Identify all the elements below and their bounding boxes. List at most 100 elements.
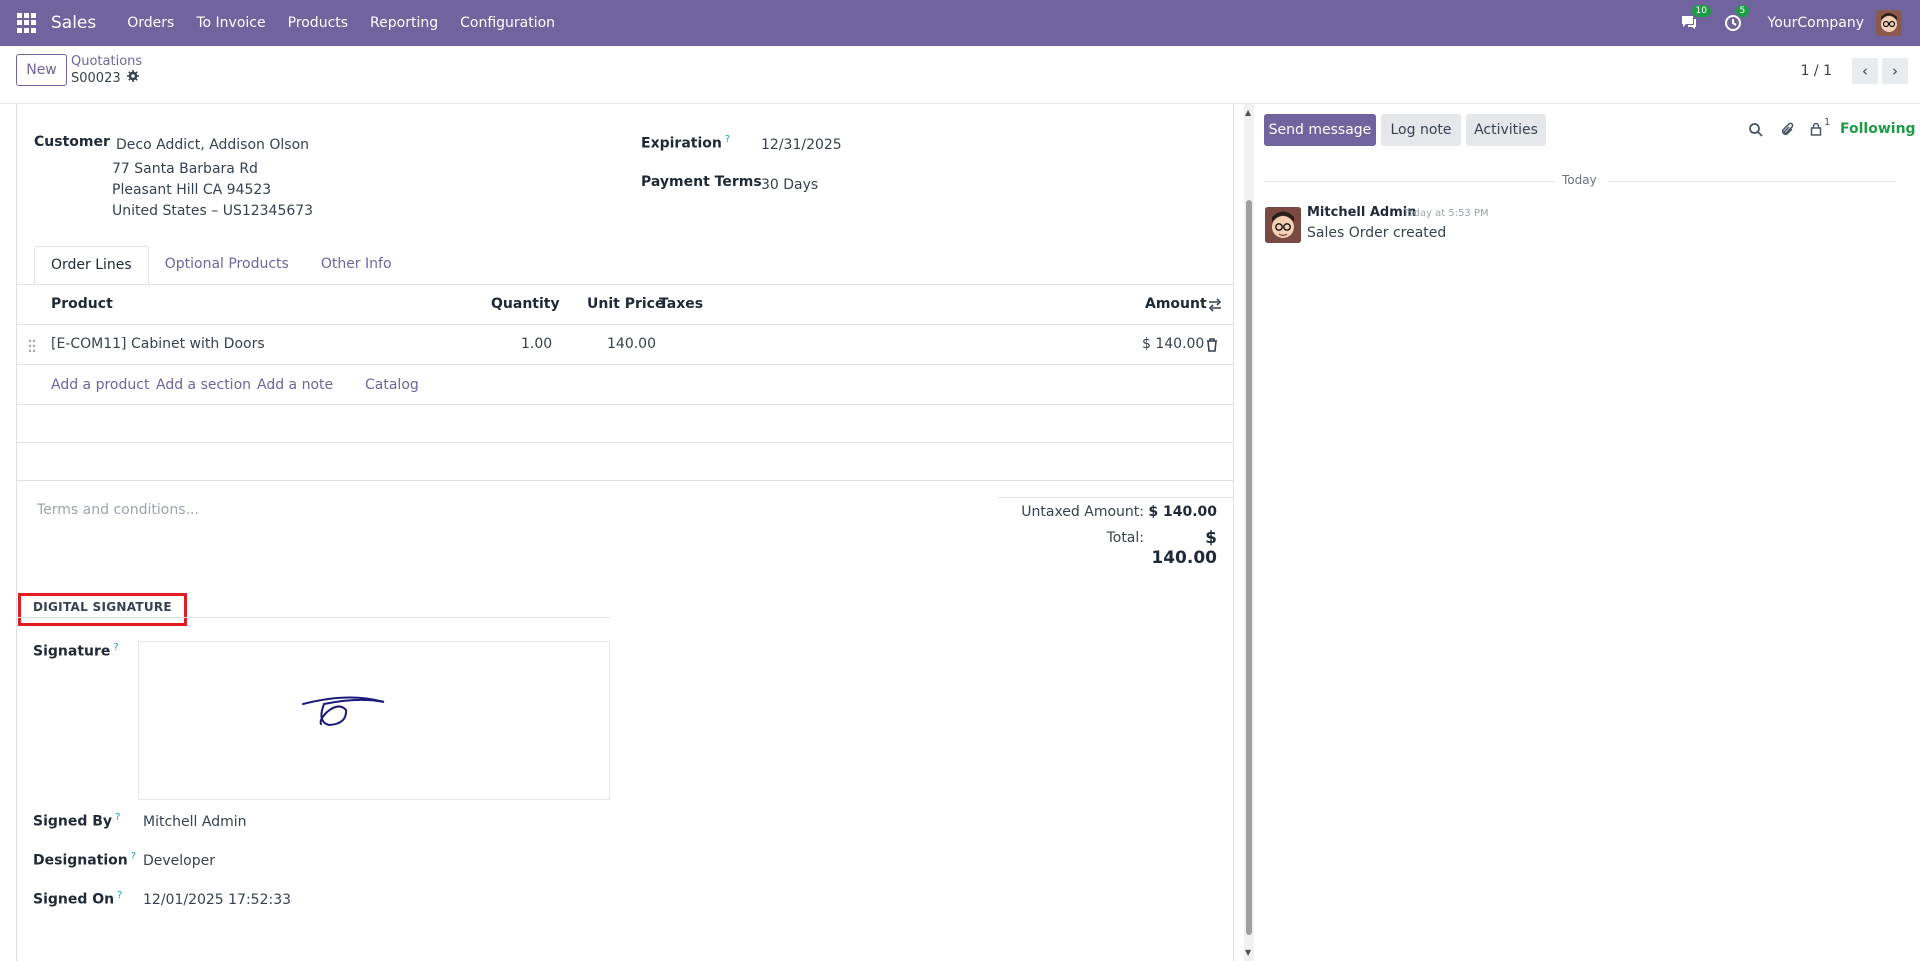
optional-columns-icon[interactable]	[1208, 297, 1222, 316]
activities-clock-icon[interactable]: 5	[1724, 5, 1750, 32]
gear-icon[interactable]	[126, 70, 139, 86]
signed-by-value[interactable]: Mitchell Admin	[143, 814, 247, 830]
pager-value[interactable]: 1 / 1	[1801, 63, 1832, 79]
signature-drawing	[302, 696, 385, 727]
expiration-label: Expiration?	[641, 134, 731, 152]
day-separator-line	[1264, 181, 1554, 182]
catalog-link[interactable]: Catalog	[365, 377, 419, 393]
user-avatar[interactable]	[1876, 10, 1902, 36]
tab-other-info[interactable]: Other Info	[305, 246, 408, 284]
followers-count: 1	[1824, 117, 1831, 128]
scroll-down-icon[interactable]: ▼	[1245, 948, 1251, 957]
total-value: $ 140.00	[1151, 528, 1217, 568]
pager-next-icon[interactable]: ›	[1882, 58, 1908, 84]
chatter-panel: Send message Log note Activities 1 Follo…	[1256, 104, 1920, 961]
top-menu: Orders To Invoice Products Reporting Con…	[116, 15, 566, 31]
line-unit-price[interactable]: 140.00	[607, 336, 656, 352]
line-quantity[interactable]: 1.00	[521, 336, 552, 352]
day-separator-line	[1608, 181, 1896, 182]
terms-and-conditions-field[interactable]: Terms and conditions...	[37, 502, 199, 518]
scroll-up-icon[interactable]: ▲	[1245, 108, 1251, 117]
log-note-button[interactable]: Log note	[1381, 114, 1461, 146]
empty-row	[17, 405, 1233, 443]
add-product-link[interactable]: Add a product	[51, 377, 149, 393]
total-label: Total:	[1106, 530, 1144, 546]
app-name[interactable]: Sales	[51, 13, 96, 33]
add-line-row: Add a product Add a section Add a note C…	[17, 365, 1233, 405]
form-sheet: Customer Deco Addict, Addison Olson 77 S…	[16, 104, 1234, 961]
column-amount[interactable]: Amount	[1145, 296, 1207, 312]
expiration-field[interactable]: 12/31/2025	[761, 137, 842, 153]
message-avatar[interactable]	[1265, 207, 1301, 243]
help-icon[interactable]: ?	[725, 134, 730, 145]
breadcrumb-quotations[interactable]: Quotations	[71, 54, 142, 69]
message-body: Sales Order created	[1307, 225, 1447, 241]
top-navbar: Sales Orders To Invoice Products Reporti…	[0, 0, 1920, 46]
new-button[interactable]: New	[16, 54, 67, 86]
signature-field[interactable]	[138, 641, 610, 800]
messages-icon[interactable]: 10	[1680, 5, 1711, 32]
apps-menu-icon[interactable]	[17, 13, 37, 33]
menu-configuration[interactable]: Configuration	[449, 15, 566, 31]
table-header: Product Quantity Unit Price Taxes Amount	[17, 285, 1233, 325]
paperclip-icon[interactable]	[1780, 122, 1796, 138]
designation-value[interactable]: Developer	[143, 853, 215, 869]
digital-signature-heading: DIGITAL SIGNATURE	[33, 600, 172, 614]
designation-label: Designation?	[33, 851, 137, 869]
untaxed-amount-value: $ 140.00	[1148, 504, 1217, 520]
tab-optional-products[interactable]: Optional Products	[149, 246, 305, 284]
messages-badge: 10	[1691, 5, 1711, 17]
customer-address-line3: United States – US12345673	[112, 203, 314, 219]
totals-divider	[998, 497, 1233, 498]
menu-to-invoice[interactable]: To Invoice	[185, 15, 276, 31]
help-icon[interactable]: ?	[131, 851, 136, 862]
notebook-tabs: Order Lines Optional Products Other Info	[34, 246, 408, 284]
column-quantity[interactable]: Quantity	[491, 296, 560, 312]
payment-terms-label: Payment Terms	[641, 174, 762, 190]
form-scrollbar[interactable]: ▲ ▼	[1244, 104, 1254, 961]
signed-on-value[interactable]: 12/01/2025 17:52:33	[143, 892, 291, 908]
line-amount: $ 140.00	[1142, 336, 1205, 352]
menu-reporting[interactable]: Reporting	[359, 15, 449, 31]
payment-terms-field[interactable]: 30 Days	[761, 177, 818, 193]
day-separator: Today	[1562, 173, 1597, 187]
signed-on-label: Signed On?	[33, 890, 123, 908]
section-separator	[17, 617, 610, 618]
add-section-link[interactable]: Add a section	[156, 377, 251, 393]
help-icon[interactable]: ?	[113, 642, 118, 653]
column-unit-price[interactable]: Unit Price	[587, 296, 664, 312]
following-button[interactable]: Following	[1840, 121, 1916, 137]
search-icon[interactable]	[1748, 122, 1764, 138]
drag-handle-icon[interactable]	[28, 338, 36, 357]
scroll-thumb[interactable]	[1246, 200, 1252, 935]
customer-address-line2: Pleasant Hill CA 94523	[112, 182, 272, 198]
line-product[interactable]: [E-COM11] Cabinet with Doors	[51, 336, 265, 352]
company-switcher[interactable]: YourCompany	[1768, 15, 1865, 31]
control-panel: New Quotations S00023 1 / 1 ‹ ›	[0, 46, 1920, 104]
table-row[interactable]: [E-COM11] Cabinet with Doors 1.00 140.00…	[17, 325, 1233, 365]
help-icon[interactable]: ?	[115, 812, 120, 823]
trash-icon[interactable]	[1206, 337, 1218, 356]
customer-label: Customer	[34, 134, 110, 150]
message-date: Today at 5:53 PM	[1403, 208, 1489, 219]
activities-button[interactable]: Activities	[1466, 114, 1546, 146]
send-message-button[interactable]: Send message	[1264, 114, 1376, 146]
pager-previous-icon[interactable]: ‹	[1852, 58, 1878, 84]
tab-order-lines[interactable]: Order Lines	[34, 246, 149, 284]
menu-orders[interactable]: Orders	[116, 15, 185, 31]
customer-name[interactable]: Deco Addict, Addison Olson	[116, 137, 309, 153]
record-name: S00023	[71, 70, 121, 86]
customer-address-line1: 77 Santa Barbara Rd	[112, 161, 258, 177]
activities-badge: 5	[1735, 5, 1750, 17]
signature-label: Signature?	[33, 642, 119, 660]
breadcrumb-current: S00023	[71, 70, 139, 86]
systray: 10 5 YourCompany	[1680, 0, 1920, 46]
help-icon[interactable]: ?	[117, 890, 122, 901]
column-taxes[interactable]: Taxes	[659, 296, 703, 312]
untaxed-amount-label: Untaxed Amount:	[1021, 504, 1144, 520]
message-author[interactable]: Mitchell Admin	[1307, 205, 1416, 220]
menu-products[interactable]: Products	[277, 15, 359, 31]
column-product[interactable]: Product	[51, 296, 113, 312]
add-note-link[interactable]: Add a note	[257, 377, 333, 393]
empty-row	[17, 443, 1233, 481]
